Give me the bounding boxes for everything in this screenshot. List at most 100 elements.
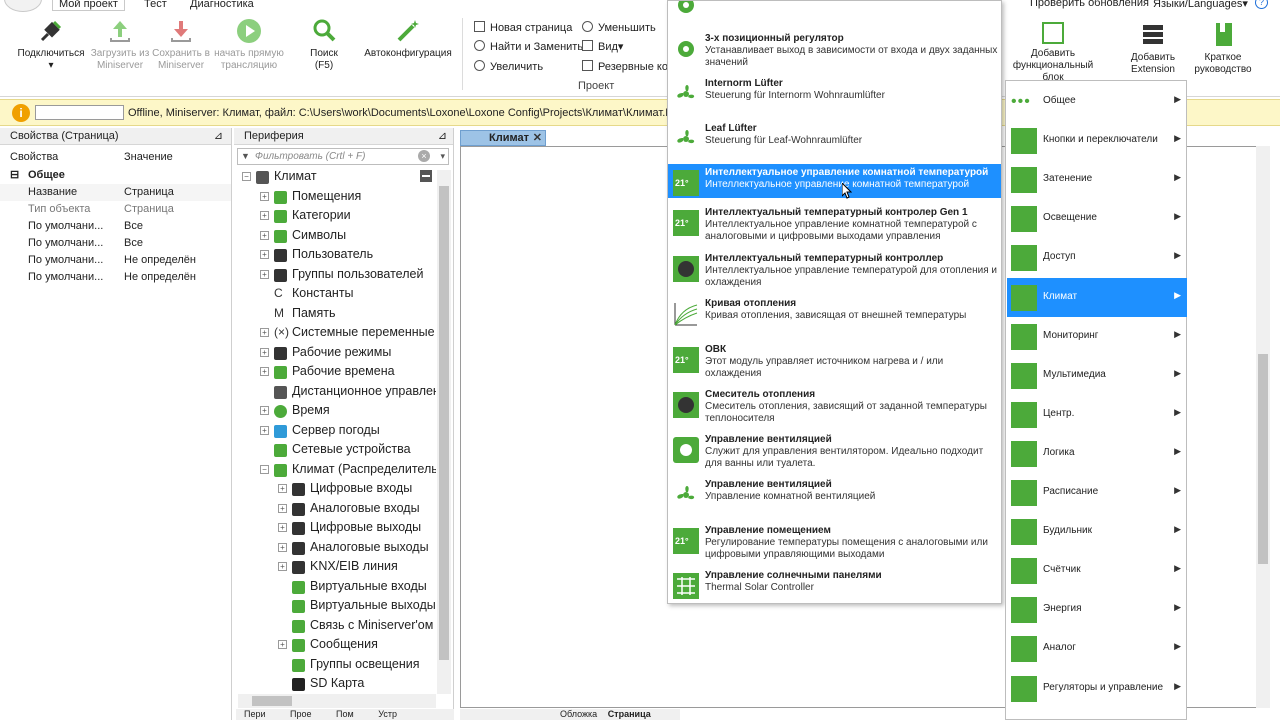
expand-icon[interactable]: +: [278, 542, 287, 552]
category-item[interactable]: Климат ▶: [1007, 277, 1187, 317]
expand-icon[interactable]: +: [278, 523, 287, 532]
zoom-out-button[interactable]: Уменьшить: [582, 19, 656, 37]
close-icon[interactable]: ✕: [533, 131, 542, 145]
function-block-item[interactable]: Смеситель отопления Смеситель отопления, …: [668, 386, 1001, 430]
expand-icon[interactable]: +: [260, 211, 269, 220]
collapse-all-button[interactable]: [420, 170, 432, 182]
expand-icon[interactable]: +: [260, 328, 269, 337]
expand-icon[interactable]: +: [278, 640, 287, 649]
function-block-item[interactable]: Управление солнечными панелями Thermal So…: [668, 567, 1001, 603]
tree-item[interactable]: C Константы: [238, 284, 436, 304]
tree-item[interactable]: + Рабочие режимы: [238, 343, 436, 363]
collapse-icon[interactable]: ⊟: [10, 167, 19, 184]
clear-icon[interactable]: ×: [418, 150, 430, 162]
tree-item[interactable]: SD Карта: [238, 674, 436, 694]
status-input[interactable]: [35, 105, 124, 120]
collapse-icon[interactable]: −: [242, 172, 251, 181]
expand-icon[interactable]: +: [260, 347, 269, 357]
category-item[interactable]: Мультимедиа ▶: [1007, 356, 1187, 395]
category-item[interactable]: Регуляторы и управление ▶: [1007, 669, 1187, 708]
document-tab[interactable]: Климат ✕: [460, 130, 546, 146]
tree-item[interactable]: + Рабочие времена: [238, 362, 436, 382]
check-updates-link[interactable]: Проверить обновления: [1030, 0, 1149, 9]
tab-devices[interactable]: Устр: [378, 709, 397, 719]
tree-item[interactable]: + Сообщения: [238, 635, 436, 655]
category-item[interactable]: Аналог ▶: [1007, 629, 1187, 668]
live-view-button[interactable]: начать прямую трансляцию: [210, 18, 288, 72]
category-item[interactable]: Кнопки и переключатели ▶: [1007, 121, 1187, 160]
category-item[interactable]: Логика ▶: [1007, 434, 1187, 473]
category-item[interactable]: Освещение ▶: [1007, 199, 1187, 238]
category-item[interactable]: Мониторинг ▶: [1007, 317, 1187, 356]
save-to-miniserver-button[interactable]: Сохранить в Miniserver: [152, 18, 210, 72]
function-block-item[interactable]: 21° Интеллектуальный температурный контро…: [668, 204, 1001, 248]
property-row[interactable]: Название Страница: [0, 184, 231, 201]
expand-icon[interactable]: +: [260, 406, 269, 415]
expand-icon[interactable]: +: [260, 269, 269, 279]
tree-scroll-thumb[interactable]: [439, 186, 449, 660]
pin-icon[interactable]: ⊿: [438, 128, 447, 145]
tree-item[interactable]: Группы освещения: [238, 655, 436, 675]
tree-item[interactable]: + (×) Системные переменные: [238, 323, 436, 343]
category-item[interactable]: Расписание ▶: [1007, 473, 1187, 512]
function-block-item[interactable]: Internorm Lüfter Steuerung für Internorm …: [668, 75, 1001, 119]
chevron-down-icon[interactable]: ▾: [440, 151, 445, 162]
tab-page[interactable]: Страница: [608, 709, 651, 719]
tree-item[interactable]: + Цифровые выходы: [238, 518, 436, 538]
function-block-item[interactable]: Интеллектуальный температурный контролле…: [668, 250, 1001, 294]
view-dropdown[interactable]: Вид▾: [582, 38, 623, 56]
category-item[interactable]: ••• Общее ▶: [1007, 82, 1187, 121]
tree-item[interactable]: + Символы: [238, 226, 436, 246]
function-block-item[interactable]: 21° ОВК Этот модуль управляет источником н…: [668, 341, 1001, 385]
upload-button[interactable]: Загрузить из Miniserver: [88, 18, 152, 72]
add-extension-button[interactable]: Добавить Extension: [1120, 22, 1186, 76]
backup-button[interactable]: Резервные ко: [582, 58, 668, 76]
tree-item[interactable]: − Климат (Распределительн: [238, 460, 436, 480]
function-block-item[interactable]: Устанавливает выход в зависимости от вхо…: [668, 1, 1001, 30]
tree-item[interactable]: Связь с Miniserver'ом: [238, 616, 436, 636]
tree-item[interactable]: − Климат: [238, 167, 436, 187]
zoom-in-button[interactable]: Увеличить: [474, 58, 543, 76]
function-block-item[interactable]: Управление вентиляцией Служит для управле…: [668, 431, 1001, 475]
tab-my-project[interactable]: Мой проект: [52, 0, 125, 11]
property-row[interactable]: По умолчани... Не определён: [0, 269, 231, 286]
tree-item[interactable]: Виртуальные входы: [238, 577, 436, 597]
function-block-item[interactable]: 3-х позиционный регулятор Устанавливает в…: [668, 30, 1001, 74]
expand-icon[interactable]: +: [278, 562, 287, 571]
tree-item[interactable]: M Память: [238, 304, 436, 324]
search-button[interactable]: Поиск (F5): [296, 18, 352, 72]
category-item[interactable]: Энергия ▶: [1007, 590, 1187, 629]
tab-rooms[interactable]: Пом: [336, 709, 354, 719]
category-item[interactable]: Затенение ▶: [1007, 160, 1187, 199]
tree-item[interactable]: Виртуальные выходы: [238, 596, 436, 616]
languages-dropdown[interactable]: Языки/Languages▾: [1153, 0, 1248, 10]
expand-icon[interactable]: +: [260, 425, 269, 435]
tree-item[interactable]: + Сервер погоды: [238, 421, 436, 441]
category-item[interactable]: Центр. ▶: [1007, 395, 1187, 434]
collapse-icon[interactable]: −: [260, 464, 269, 474]
expand-icon[interactable]: +: [260, 230, 269, 240]
tree-hscrollbar[interactable]: [238, 694, 436, 708]
new-page-button[interactable]: Новая страница: [474, 19, 572, 37]
expand-icon[interactable]: +: [260, 250, 269, 259]
quick-guide-button[interactable]: Краткое руководство: [1188, 22, 1258, 76]
tree-item[interactable]: + Аналоговые выходы: [238, 538, 436, 558]
tree-item[interactable]: + Помещения: [238, 187, 436, 207]
add-function-block-button[interactable]: Добавить функциональный блок: [1005, 22, 1101, 84]
tree-item[interactable]: + Аналоговые входы: [238, 499, 436, 519]
property-row[interactable]: Тип объекта Страница: [0, 201, 231, 218]
function-block-item[interactable]: 21° Интеллектуальное управление комнатной…: [668, 164, 1001, 198]
filter-input[interactable]: ▼ Фильтровать (Crtl + F) × ▾: [237, 148, 449, 165]
expand-icon[interactable]: +: [260, 191, 269, 201]
tree-item[interactable]: Дистанционное управлен: [238, 382, 436, 402]
tree-item[interactable]: + Цифровые входы: [238, 479, 436, 499]
function-block-item[interactable]: Leaf Lüfter Steuerung für Leaf-Wohnraumlü…: [668, 120, 1001, 164]
expand-icon[interactable]: +: [260, 367, 269, 376]
find-replace-button[interactable]: Найти и Заменить: [474, 38, 583, 56]
property-row[interactable]: По умолчани... Не определён: [0, 252, 231, 269]
expand-icon[interactable]: +: [278, 484, 287, 493]
connect-button[interactable]: Подключиться ▾: [14, 18, 88, 72]
function-block-item[interactable]: 21° Управление помещением Регулирование те…: [668, 522, 1001, 566]
tab-periphery[interactable]: Пери: [244, 709, 266, 719]
function-block-item[interactable]: Управление вентиляцией Управление комнатн…: [668, 476, 1001, 520]
